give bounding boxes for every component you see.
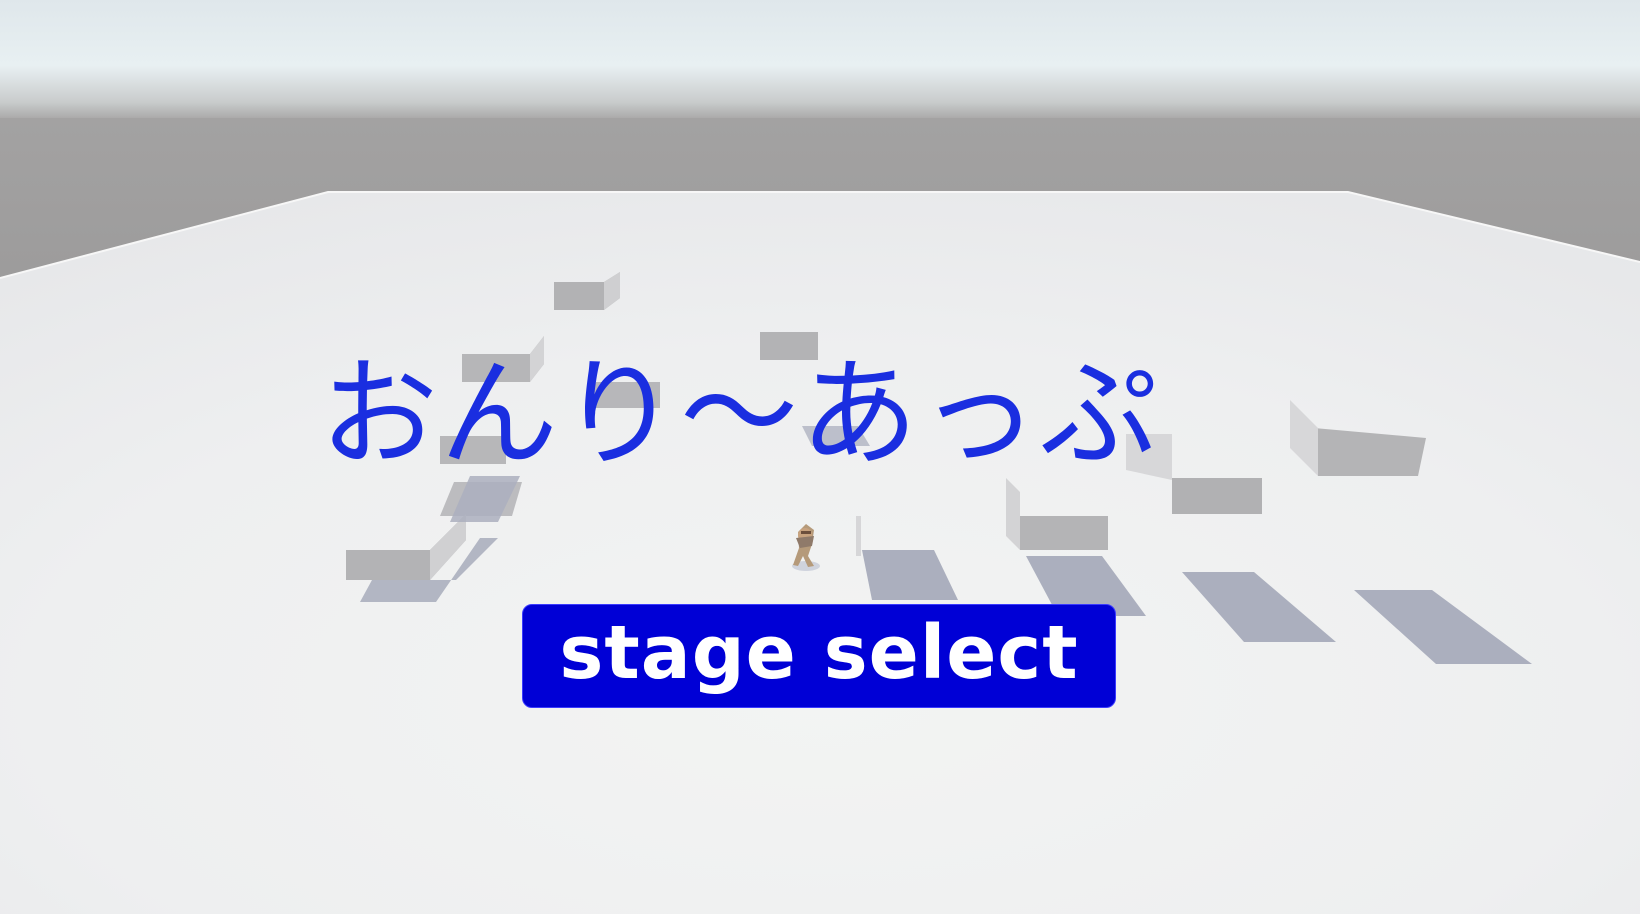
sky — [0, 0, 1640, 120]
game-viewport: おんり〜あっぷ stage select — [0, 0, 1640, 914]
platform-block — [1020, 516, 1108, 550]
stage-select-button[interactable]: stage select — [522, 604, 1116, 708]
floor-plane — [0, 192, 1640, 914]
stage-select-label: stage select — [559, 610, 1079, 696]
platform-block — [856, 516, 861, 556]
game-title: おんり〜あっぷ — [320, 345, 1161, 483]
